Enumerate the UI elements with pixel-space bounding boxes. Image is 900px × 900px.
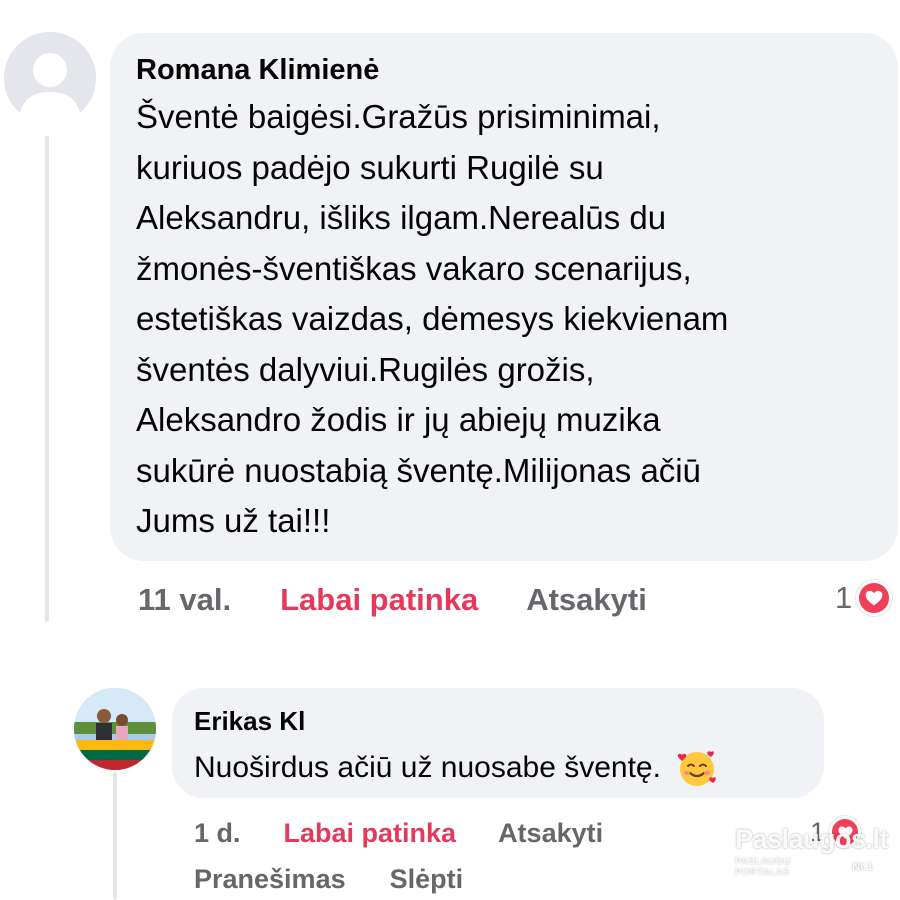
hide-button[interactable]: Slėpti bbox=[390, 864, 464, 895]
profile-photo-icon bbox=[74, 688, 156, 770]
reaction-summary[interactable]: 1 bbox=[835, 578, 893, 618]
default-profile-icon bbox=[4, 32, 96, 124]
comment-bubble: Erikas Kl Nuoširdus ačiū už nuosabe šven… bbox=[172, 688, 824, 798]
comment-timestamp[interactable]: 11 val. bbox=[138, 582, 231, 618]
comment-actions: 1 d. Labai patinka Atsakyti bbox=[194, 814, 603, 852]
reply-button[interactable]: Atsakyti bbox=[526, 582, 647, 618]
watermark-subtitle: PASLAUGŲ PORTALAS bbox=[735, 856, 791, 878]
like-button[interactable]: Labai patinka bbox=[280, 582, 478, 618]
watermark-brand: Paslaugos.lt bbox=[735, 824, 889, 854]
thread-connector-line bbox=[45, 136, 49, 622]
watermark-tagline: PASLAUGŲ PORTALAS Nr.1 bbox=[735, 856, 877, 878]
smiling-face-with-hearts-icon bbox=[675, 746, 719, 790]
heart-icon bbox=[856, 580, 893, 616]
comment-author[interactable]: Romana Klimienė bbox=[136, 53, 872, 87]
comment-text-row: Nuoširdus ačiū už nuosabe šventę. bbox=[194, 746, 802, 790]
comment-actions: 11 val. Labai patinka Atsakyti bbox=[138, 578, 647, 622]
comment-text: Nuoširdus ačiū už nuosabe šventę. bbox=[194, 751, 661, 784]
report-button[interactable]: Pranešimas bbox=[194, 864, 346, 895]
comment-bubble: Romana Klimienė Šventė baigėsi.Gražūs pr… bbox=[110, 33, 898, 561]
comment-timestamp[interactable]: 1 d. bbox=[194, 818, 241, 849]
comment-text: Šventė baigėsi.Gražūs prisiminimai, kuri… bbox=[136, 98, 729, 539]
thread-connector-line bbox=[113, 772, 117, 900]
reply-button[interactable]: Atsakyti bbox=[498, 818, 603, 849]
like-button[interactable]: Labai patinka bbox=[284, 818, 457, 849]
comment-secondary-actions: Pranešimas Slėpti bbox=[194, 860, 463, 898]
reaction-count: 1 bbox=[835, 580, 853, 615]
watermark-badge: Nr.1 bbox=[848, 859, 877, 875]
comment-author[interactable]: Erikas Kl bbox=[194, 706, 802, 736]
watermark-logo: Paslaugos.lt PASLAUGŲ PORTALAS Nr.1 bbox=[735, 824, 889, 880]
avatar-romana[interactable] bbox=[4, 32, 96, 124]
avatar-erikas[interactable] bbox=[74, 688, 156, 770]
